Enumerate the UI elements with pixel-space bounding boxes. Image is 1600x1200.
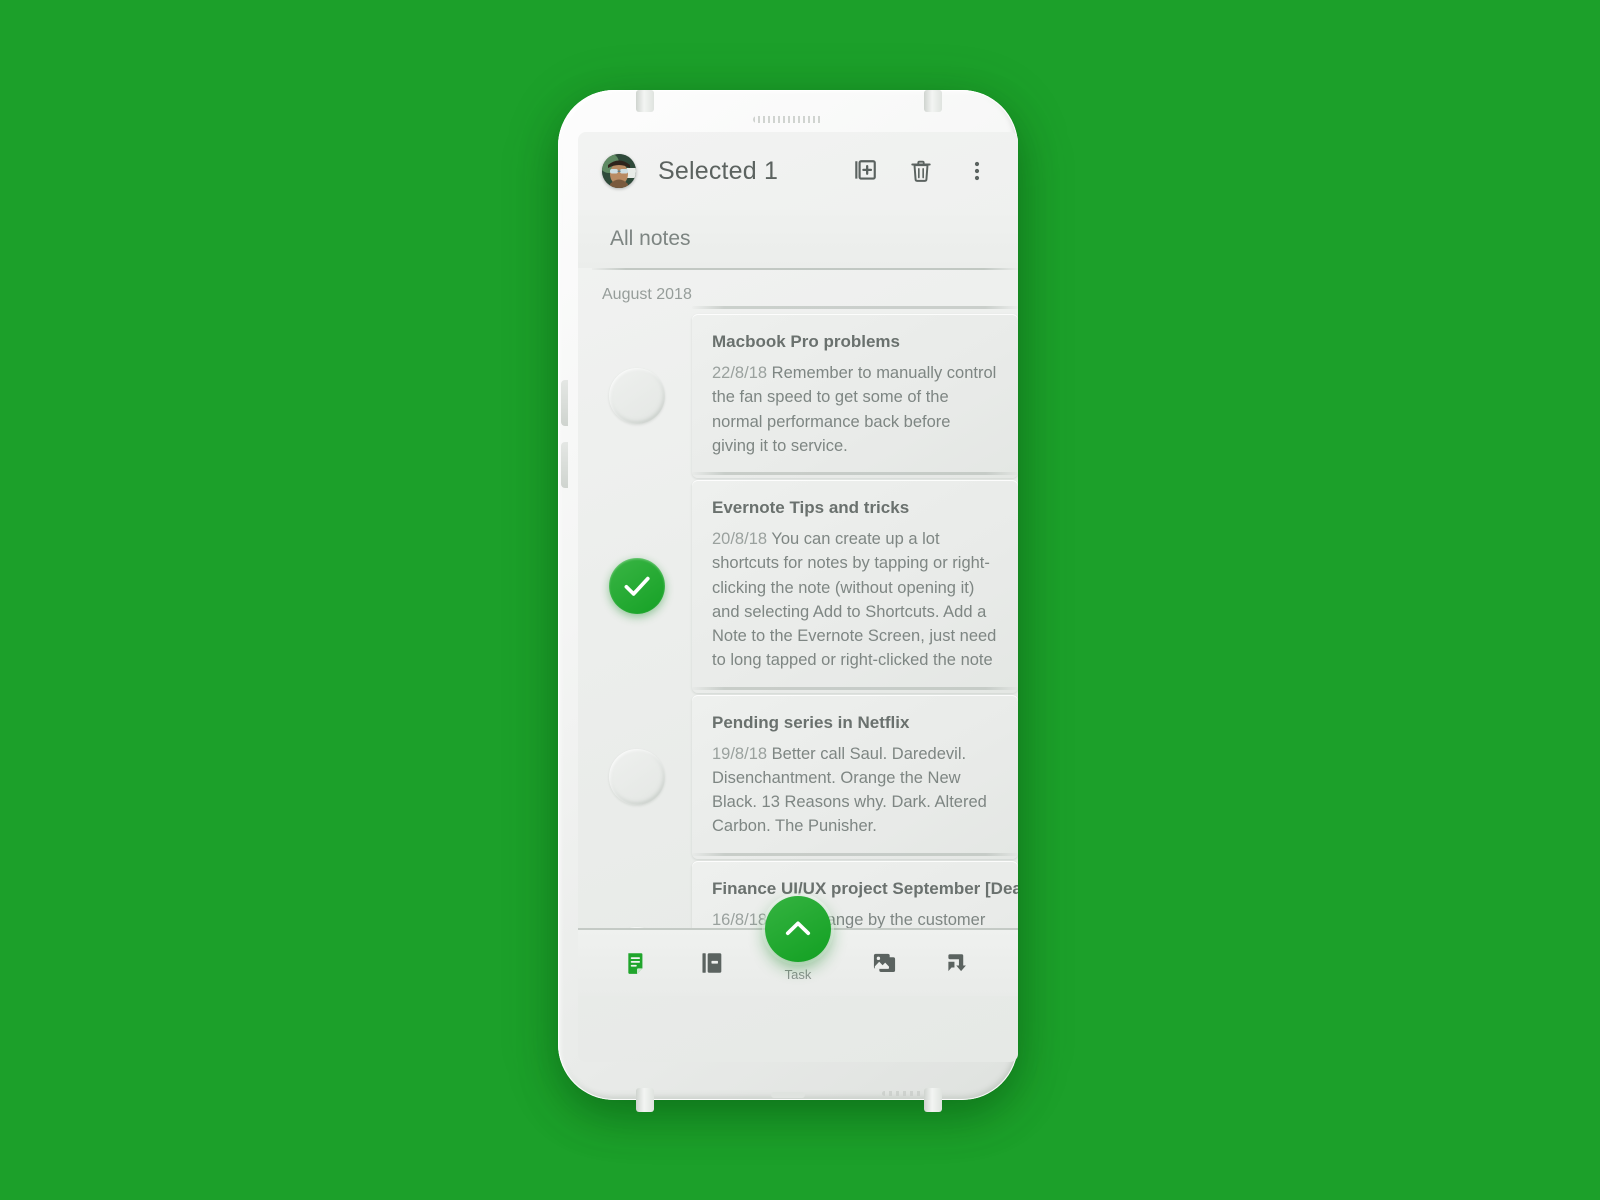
note-date: 20/8/18 <box>712 530 768 548</box>
fab-label: Task <box>784 967 812 982</box>
page-title: Selected 1 <box>658 156 779 185</box>
note-title: Pending series in Netflix <box>712 712 910 732</box>
add-to-notebook-icon[interactable] <box>850 156 880 186</box>
volume-up-button[interactable] <box>561 380 568 426</box>
selection-checkbox-checked[interactable] <box>609 558 665 615</box>
all-notes-label: All notes <box>610 227 691 250</box>
overflow-menu-icon[interactable] <box>962 156 992 186</box>
earpiece-speaker <box>753 116 823 123</box>
app-bar-actions <box>850 156 992 186</box>
note-select-slot[interactable] <box>608 748 666 806</box>
volume-down-button[interactable] <box>561 442 568 488</box>
user-avatar[interactable] <box>602 154 636 188</box>
usb-port <box>771 1092 805 1098</box>
phone-device: Selected 1 All notes August 2018 Macbook… <box>548 82 1028 1112</box>
all-notes-filter[interactable]: All notes <box>578 210 1018 268</box>
device-rail-bottom-right <box>924 1088 942 1112</box>
note-select-slot[interactable] <box>608 367 666 425</box>
page-root: { "theme": { "background_color": "#1ca02… <box>0 0 1600 1200</box>
note-title: Finance UI/UX project September [Deadlin… <box>712 878 1018 898</box>
share-icon <box>948 953 967 971</box>
note-list-item[interactable]: Evernote Tips and tricks 20/8/18 You can… <box>578 472 1018 693</box>
note-date: 16/8/18 <box>712 910 768 929</box>
app-bar: Selected 1 <box>578 132 1018 210</box>
note-date: 19/8/18 <box>712 744 768 763</box>
notebook-icon <box>702 953 721 973</box>
device-rail-top-right <box>924 90 942 112</box>
note-body-text: You can create up a lot shortcuts for no… <box>712 530 1001 670</box>
nav-notebooks[interactable] <box>689 940 735 986</box>
note-card[interactable]: Macbook Pro problems 22/8/18 Remember to… <box>692 306 1018 478</box>
note-select-slot[interactable] <box>608 557 666 615</box>
device-body: Selected 1 All notes August 2018 Macbook… <box>558 90 1018 1112</box>
selection-checkbox[interactable] <box>609 368 665 424</box>
note-preview: 20/8/18 You can create up a lot shortcut… <box>712 527 998 673</box>
note-title: Evernote Tips and tricks <box>712 498 910 517</box>
device-rail-bottom-left <box>636 1088 654 1112</box>
gallery-icon <box>873 953 895 972</box>
note-list-item[interactable]: Macbook Pro problems 22/8/18 Remember to… <box>578 306 1018 478</box>
device-rail-top-left <box>636 90 654 112</box>
note-preview: 19/8/18 Better call Saul. Daredevil. Dis… <box>712 742 998 839</box>
note-card[interactable]: Evernote Tips and tricks 20/8/18 You can… <box>692 472 1018 693</box>
nav-share[interactable] <box>936 940 982 986</box>
note-preview: 22/8/18 Remember to manually control the… <box>712 361 998 458</box>
phone-screen: Selected 1 All notes August 2018 Macbook… <box>578 132 1018 1062</box>
bottom-speaker-grille <box>882 1091 922 1096</box>
check-icon <box>624 577 650 597</box>
expand-up-fab[interactable] <box>765 896 831 962</box>
note-title: Macbook Pro problems <box>712 332 900 351</box>
note-list-item[interactable]: Pending series in Netflix 19/8/18 Better… <box>578 686 1018 859</box>
note-date: 22/8/18 <box>712 364 768 382</box>
delete-icon[interactable] <box>906 156 936 186</box>
selection-checkbox[interactable] <box>609 748 665 805</box>
notes-icon <box>628 953 643 974</box>
nav-notes[interactable] <box>614 940 660 986</box>
notes-list[interactable]: August 2018 Macbook Pro problems 22/8/18… <box>578 270 1018 996</box>
nav-gallery[interactable] <box>861 940 907 986</box>
chevron-up-icon <box>785 921 811 936</box>
note-card[interactable]: Pending series in Netflix 19/8/18 Better… <box>692 686 1018 859</box>
